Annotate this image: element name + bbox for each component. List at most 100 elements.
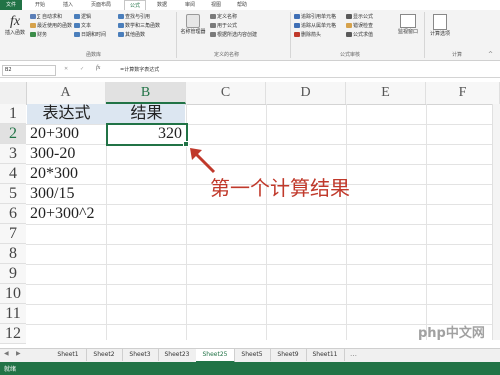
enter-icon[interactable]: ✓: [80, 66, 84, 72]
gridline: [26, 244, 500, 245]
lookup-reference-button[interactable]: 查找与引用: [118, 14, 150, 21]
fx-icon: fx: [9, 14, 21, 29]
sheet-tab[interactable]: Sheet2: [86, 349, 123, 361]
tab-home[interactable]: 开始: [30, 0, 50, 10]
eraser-icon: [294, 32, 300, 37]
remove-arrows-button[interactable]: 删除箭头: [294, 32, 321, 39]
select-all-corner[interactable]: [0, 82, 27, 104]
book-icon: [118, 23, 124, 28]
row-header-12[interactable]: 12: [0, 324, 26, 344]
prev-sheet-icon[interactable]: ◀: [4, 350, 9, 357]
sum-icon: [30, 14, 36, 19]
collapse-ribbon-icon[interactable]: ^: [488, 51, 493, 58]
evaluate-formula-button[interactable]: 公式求值: [346, 32, 373, 39]
cancel-icon[interactable]: ✕: [64, 66, 68, 72]
show-formulas-button[interactable]: 显示公式: [346, 14, 373, 21]
tab-data[interactable]: 数据: [152, 0, 172, 10]
sheet-tab[interactable]: Sheet5: [234, 349, 271, 361]
grid-icon: [210, 32, 216, 37]
status-text: 就绪: [4, 366, 17, 373]
financial-button[interactable]: 财务: [30, 32, 47, 39]
tab-insert[interactable]: 插入: [58, 0, 78, 10]
gridline: [26, 284, 500, 285]
more-functions-button[interactable]: 其他函数: [118, 32, 145, 39]
cell-b1[interactable]: 结果: [107, 104, 186, 124]
row-header-4[interactable]: 4: [0, 164, 26, 184]
create-from-selection-button[interactable]: 根据所选内容创建: [210, 32, 257, 39]
logical-button[interactable]: 逻辑: [74, 14, 91, 21]
column-header-f[interactable]: F: [426, 82, 500, 104]
group-separator: [176, 12, 177, 58]
cell-a2[interactable]: 20+300: [30, 124, 79, 144]
warning-icon: [346, 23, 352, 28]
row-header-8[interactable]: 8: [0, 244, 26, 264]
more-sheets-icon[interactable]: …: [350, 350, 357, 358]
tab-help[interactable]: 帮助: [232, 0, 252, 10]
cell-a4[interactable]: 20*300: [30, 164, 78, 184]
row-header-3[interactable]: 3: [0, 144, 26, 164]
row-header-9[interactable]: 9: [0, 264, 26, 284]
row-header-6[interactable]: 6: [0, 204, 26, 224]
row-header-1[interactable]: 1: [0, 104, 26, 124]
status-bar: 就绪: [0, 362, 500, 375]
formula-input[interactable]: =计算数字表达式: [120, 66, 159, 73]
trace-dependents-button[interactable]: 追踪从属单元格: [294, 23, 336, 30]
tab-view[interactable]: 视图: [206, 0, 226, 10]
column-header-c[interactable]: C: [186, 82, 266, 104]
cell-a3[interactable]: 300-20: [30, 144, 75, 164]
gridline: [26, 204, 500, 205]
cell-a5[interactable]: 300/15: [30, 184, 74, 204]
defined-names-group-label: 定义的名称: [214, 52, 240, 58]
annotation-text: 第一个计算结果: [210, 176, 350, 200]
autosum-button[interactable]: ∑ 自动求和: [30, 14, 62, 21]
recent-functions-button[interactable]: 最近使用的函数: [30, 23, 72, 30]
row-header-5[interactable]: 5: [0, 184, 26, 204]
sheet-tab[interactable]: Sheet3: [122, 349, 159, 361]
name-box[interactable]: B2: [2, 65, 56, 76]
name-manager-button[interactable]: 名称管理器: [180, 14, 206, 36]
sheet-tab[interactable]: Sheet11: [306, 349, 345, 361]
sheet-tab-active[interactable]: Sheet25: [196, 349, 235, 363]
use-in-formula-button[interactable]: 用于公式: [210, 23, 237, 30]
calculation-group-label: 计算: [452, 52, 463, 58]
gridline: [26, 144, 500, 145]
row-header-7[interactable]: 7: [0, 224, 26, 244]
cell-b2[interactable]: 320: [108, 124, 182, 144]
row-header-2[interactable]: 2: [0, 124, 26, 144]
column-header-e[interactable]: E: [346, 82, 426, 104]
column-header-a[interactable]: A: [26, 82, 106, 104]
row-header-11[interactable]: 11: [0, 304, 26, 324]
sheet-tab[interactable]: Sheet9: [270, 349, 307, 361]
date-time-button[interactable]: 日期和时间: [74, 32, 106, 39]
cell-a1[interactable]: 表达式: [27, 104, 106, 124]
trace-precedents-button[interactable]: 追踪引用单元格: [294, 14, 336, 21]
fx-icon[interactable]: fx: [96, 65, 100, 71]
cell-a6[interactable]: 20+300^2: [30, 204, 95, 224]
define-name-button[interactable]: 定义名称: [210, 14, 237, 21]
gridline: [26, 304, 500, 305]
watch-window-button[interactable]: 监视窗口: [396, 14, 420, 36]
error-checking-button[interactable]: 错误检查: [346, 23, 373, 30]
gridline: [426, 104, 427, 340]
text-button[interactable]: 文本: [74, 23, 91, 30]
sheet-tab[interactable]: Sheet23: [158, 349, 197, 361]
sheet-tab[interactable]: Sheet1: [50, 349, 87, 361]
vertical-scrollbar[interactable]: [492, 104, 500, 340]
book-icon: [118, 32, 124, 37]
tab-review[interactable]: 审阅: [180, 0, 200, 10]
row-header-10[interactable]: 10: [0, 284, 26, 304]
math-trig-button[interactable]: 数学和三角函数: [118, 23, 160, 30]
column-header-b[interactable]: B: [106, 82, 186, 104]
star-icon: [30, 23, 36, 28]
tab-file[interactable]: 文件: [0, 0, 22, 10]
arrow-icon: [294, 23, 300, 28]
gridline: [266, 104, 267, 340]
calculation-options-button[interactable]: 计算选项: [428, 14, 452, 38]
tab-page-layout[interactable]: 页面布局: [86, 0, 116, 10]
group-separator: [424, 12, 425, 58]
insert-function-button[interactable]: fx 插入函数: [4, 14, 26, 37]
column-header-d[interactable]: D: [266, 82, 346, 104]
sheet-tab-bar: ◀ ▶ Sheet1 Sheet2 Sheet3 Sheet23 Sheet25…: [0, 348, 500, 363]
next-sheet-icon[interactable]: ▶: [16, 350, 21, 357]
gridline: [26, 224, 500, 225]
